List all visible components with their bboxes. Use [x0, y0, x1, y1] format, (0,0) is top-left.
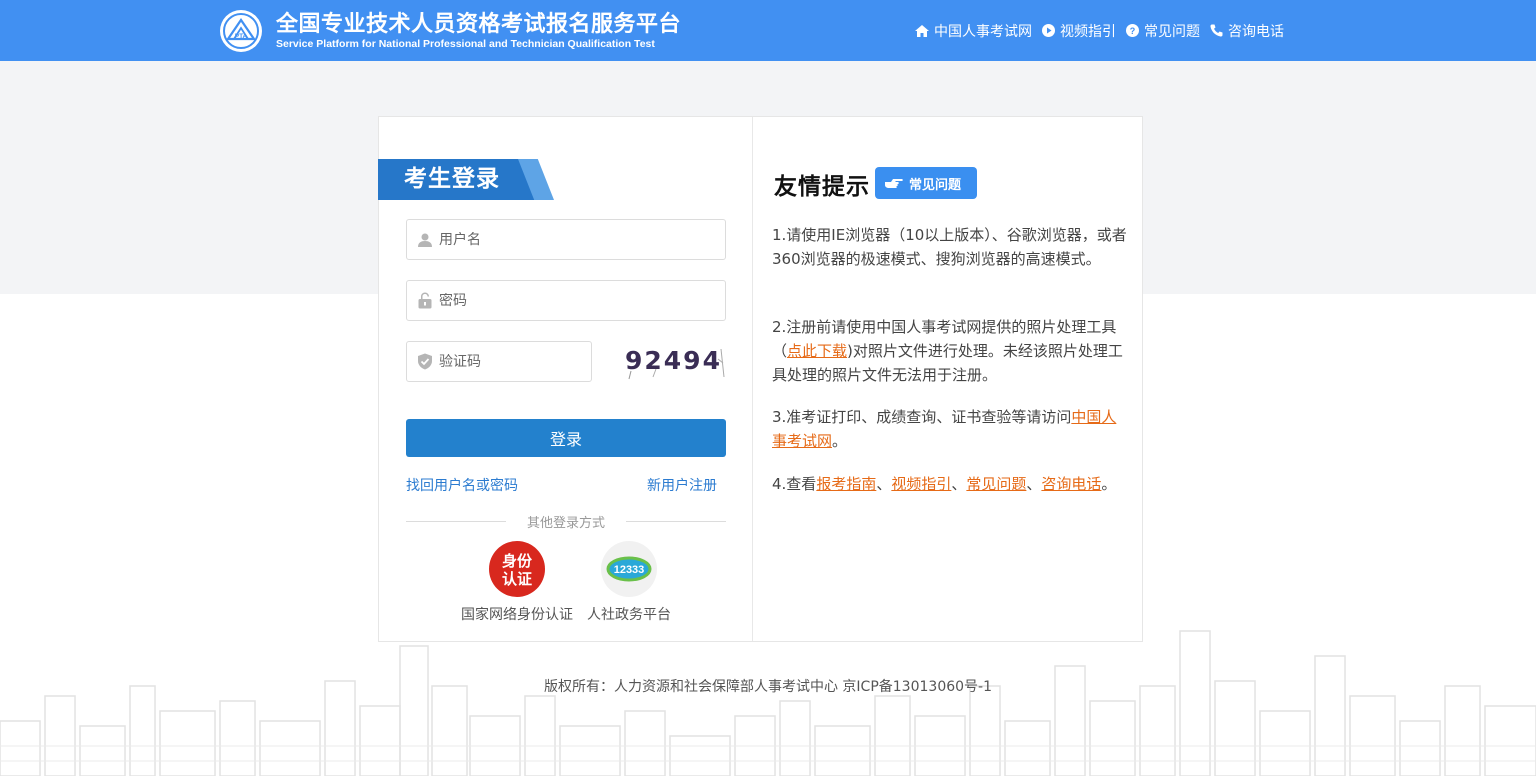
captcha-field[interactable]: [406, 341, 592, 382]
city-skyline-decoration: [0, 630, 1536, 776]
hotline-link[interactable]: 咨询电话: [1041, 475, 1101, 493]
question-icon: ?: [1126, 24, 1139, 37]
register-link[interactable]: 新用户注册: [647, 475, 717, 495]
forgot-credentials-link[interactable]: 找回用户名或密码: [406, 475, 518, 495]
nav-hotline[interactable]: 咨询电话: [1210, 21, 1284, 41]
username-field[interactable]: [406, 219, 726, 260]
svg-text:92494: 92494: [625, 346, 722, 375]
login-ribbon: 考生登录: [378, 159, 554, 200]
site-title: 全国专业技术人员资格考试报名服务平台: [276, 11, 682, 37]
shield-check-icon: [418, 353, 432, 370]
login-title: 考生登录: [404, 166, 500, 192]
brand[interactable]: PTA 全国专业技术人员资格考试报名服务平台 Service Platform …: [220, 10, 681, 52]
top-nav: 中国人事考试网 视频指引 ? 常见问题 咨询电话: [905, 0, 1284, 61]
national-id-auth-icon[interactable]: 身份 认证: [489, 541, 545, 597]
login-card: 考生登录 92494 登录 找回用户名或密码 新用户注册 其他登录方式 身份 认…: [378, 116, 1143, 642]
phone-icon: [1210, 24, 1223, 37]
svg-text:身份: 身份: [502, 552, 533, 570]
guide-link[interactable]: 报考指南: [816, 475, 876, 493]
password-field[interactable]: [406, 280, 726, 321]
nav-video-guide[interactable]: 视频指引: [1042, 21, 1116, 41]
svg-text:PTA: PTA: [235, 33, 248, 40]
svg-text:认证: 认证: [502, 570, 532, 588]
password-input[interactable]: [439, 292, 725, 309]
tip-browser: 1.请使用IE浏览器（10以上版本）、谷歌浏览器，或者360浏览器的极速模式、搜…: [772, 226, 1127, 268]
download-tool-link[interactable]: 点此下载: [787, 342, 847, 360]
other-methods-divider: 其他登录方式: [406, 512, 726, 531]
tips-title: 友情提示: [774, 174, 870, 200]
pta-logo: PTA: [220, 10, 262, 52]
faq-badge[interactable]: 常见问题: [875, 167, 977, 199]
nav-faq[interactable]: ? 常见问题: [1126, 21, 1200, 41]
tip-photo-tool: 2.注册前请使用中国人事考试网提供的照片处理工具（点此下载)对照片文件进行处理。…: [772, 318, 1123, 384]
tip-admission-ticket: 3.准考证打印、成绩查询、证书查验等请访问中国人事考试网。: [772, 408, 1117, 450]
svg-text:?: ?: [1130, 26, 1136, 36]
lock-icon: [418, 292, 432, 309]
login-button[interactable]: 登录: [406, 419, 726, 457]
nav-cpta[interactable]: 中国人事考试网: [915, 21, 1032, 41]
national-id-auth-label[interactable]: 国家网络身份认证: [461, 604, 573, 624]
pointing-hand-icon: [885, 178, 903, 188]
footer-copyright: 版权所有：人力资源和社会保障部人事考试中心 京ICP备13013060号-1: [543, 679, 992, 695]
username-input[interactable]: [439, 231, 725, 248]
faq-link[interactable]: 常见问题: [966, 475, 1026, 493]
svg-text:12333: 12333: [614, 564, 645, 576]
tip-resources: 4.查看报考指南、视频指引、常见问题、咨询电话。: [772, 475, 1117, 493]
play-icon: [1042, 24, 1055, 37]
hrss-platform-icon[interactable]: 12333: [601, 541, 657, 597]
site-subtitle: Service Platform for National Profession…: [276, 37, 655, 50]
home-icon: [915, 24, 929, 37]
card-divider: [752, 117, 753, 641]
captcha-image[interactable]: 92494: [623, 341, 727, 383]
user-icon: [418, 233, 432, 247]
captcha-input[interactable]: [439, 353, 591, 370]
top-header: PTA 全国专业技术人员资格考试报名服务平台 Service Platform …: [0, 0, 1536, 61]
hrss-platform-label[interactable]: 人社政务平台: [587, 604, 671, 624]
video-guide-link[interactable]: 视频指引: [891, 475, 951, 493]
